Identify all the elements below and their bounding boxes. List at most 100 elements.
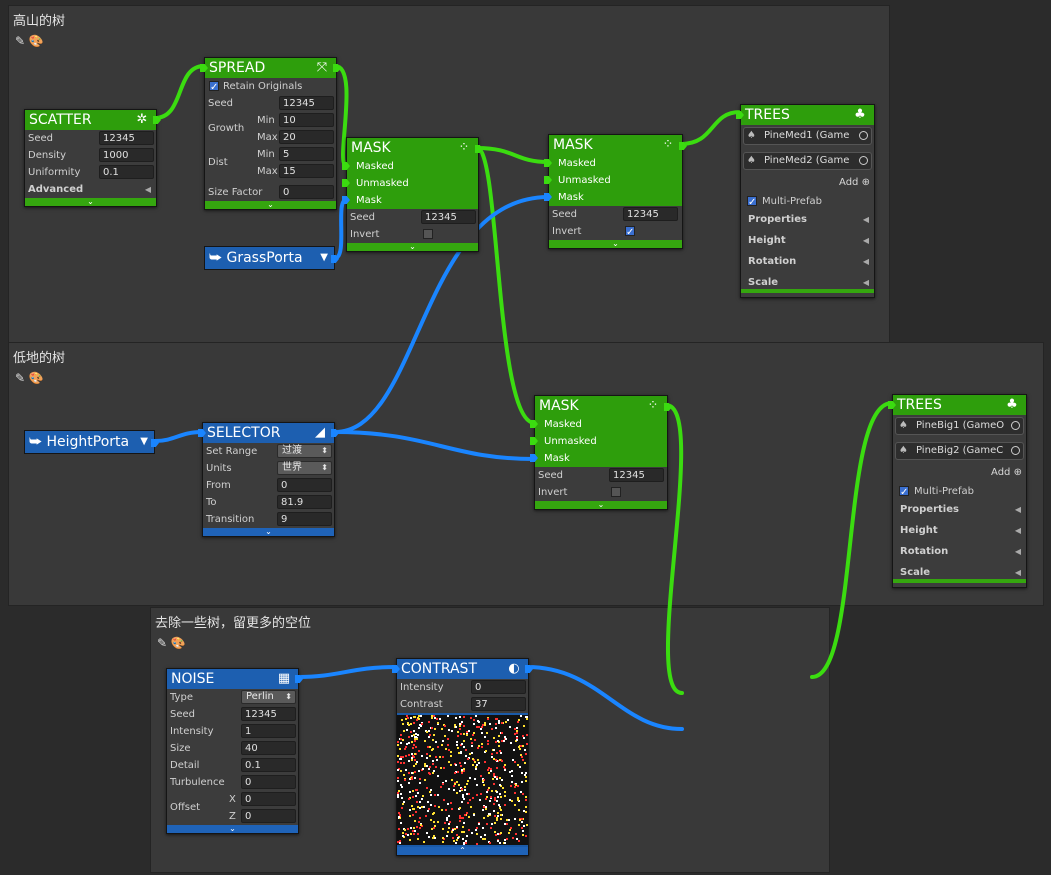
node-title[interactable]: SELECTOR ◢: [203, 423, 334, 443]
dropdown-arrow-icon[interactable]: ▼: [320, 247, 328, 269]
scatter-node[interactable]: SCATTER ✲ Seed 12345 Density 1000 Uniformit…: [24, 109, 161, 207]
intensity-field[interactable]: 0: [471, 680, 526, 694]
group-low-trees[interactable]: 低地的树 ✎ 🎨: [8, 342, 1044, 606]
invert-checkbox[interactable]: [611, 487, 621, 497]
contrast-field[interactable]: 37: [471, 697, 526, 711]
contrast-node[interactable]: CONTRAST ◐ Intensity 0 Contrast 37 ⌃: [392, 658, 533, 856]
growth-min-field[interactable]: 10: [279, 113, 334, 127]
section-scale[interactable]: Scale ◀: [745, 274, 874, 291]
masked-input-port[interactable]: [544, 159, 552, 167]
mask-input-port[interactable]: [342, 196, 350, 204]
expand-chevron-icon[interactable]: ⌄: [549, 240, 682, 248]
retain-originals-checkbox[interactable]: [209, 79, 219, 96]
node-title[interactable]: MASK ⁘: [549, 135, 682, 155]
expand-chevron-icon[interactable]: ⌄: [203, 528, 334, 536]
invert-checkbox[interactable]: [423, 229, 433, 239]
edit-icon[interactable]: ✎: [13, 371, 27, 385]
add-prefab-button[interactable]: Add ⊕: [991, 467, 1022, 478]
selector-node[interactable]: SELECTOR ◢ Set Range 过渡 ⬍ Units 世界 ⬍ From 0 To…: [198, 422, 339, 537]
prefab-slot[interactable]: ♠ PineMed1 (Game: [743, 127, 872, 145]
collapse-chevron-icon[interactable]: ⌃: [397, 847, 528, 855]
from-field[interactable]: 0: [277, 478, 332, 492]
size-field[interactable]: 40: [241, 741, 296, 755]
advanced-section[interactable]: Advanced ◀: [25, 181, 156, 198]
node-title[interactable]: NOISE ▦: [167, 669, 298, 689]
palette-icon[interactable]: 🎨: [171, 636, 186, 650]
edit-icon[interactable]: ✎: [13, 34, 27, 48]
multi-prefab-checkbox[interactable]: [899, 484, 909, 501]
expand-chevron-icon[interactable]: ⌄: [167, 825, 298, 833]
spread-node[interactable]: SPREAD⤧ Retain Originals Seed 12345 Min 10…: [200, 57, 341, 210]
section-rotation[interactable]: Rotation ◀: [745, 253, 874, 270]
node-title[interactable]: TREES ♣: [893, 395, 1026, 415]
prefab-slot[interactable]: ♠ PineBig2 (GameC: [895, 442, 1024, 460]
section-height[interactable]: Height ◀: [745, 232, 874, 249]
node-title[interactable]: CONTRAST ◐: [397, 659, 528, 679]
seed-field[interactable]: 12345: [609, 468, 664, 482]
dist-min-field[interactable]: 5: [279, 147, 334, 161]
section-scale[interactable]: Scale ◀: [897, 564, 1026, 581]
masked-input-port[interactable]: [530, 420, 538, 428]
section-properties[interactable]: Properties ◀: [897, 501, 1026, 518]
edit-icon[interactable]: ✎: [155, 636, 169, 650]
mask-node-3[interactable]: MASK ⁘ Masked Unmasked Mask Seed 12345 Inv…: [530, 395, 672, 510]
palette-icon[interactable]: 🎨: [29, 34, 44, 48]
mask-input-port[interactable]: [530, 454, 538, 462]
expand-chevron-icon[interactable]: ⌄: [25, 198, 156, 206]
multi-prefab-checkbox[interactable]: [747, 194, 757, 211]
grass-portal-node[interactable]: ⮩ GrassPorta ▼: [204, 246, 339, 270]
unmasked-input-port[interactable]: [544, 176, 552, 184]
type-dropdown[interactable]: Perlin ⬍: [241, 690, 296, 704]
expand-chevron-icon[interactable]: ⌄: [535, 501, 667, 509]
dist-max-field[interactable]: 15: [279, 164, 334, 178]
size-factor-field[interactable]: 0: [279, 185, 334, 199]
add-prefab-button[interactable]: Add ⊕: [839, 177, 870, 188]
node-title[interactable]: MASK ⁘: [347, 138, 478, 158]
transition-field[interactable]: 9: [277, 512, 332, 526]
height-portal-node[interactable]: ⮩ HeightPorta ▼: [24, 430, 159, 454]
detail-field[interactable]: 0.1: [241, 758, 296, 772]
units-dropdown[interactable]: 世界 ⬍: [277, 461, 332, 475]
growth-max-field[interactable]: 20: [279, 130, 334, 144]
node-title[interactable]: SCATTER ✲: [25, 110, 156, 130]
node-title[interactable]: TREES ♣: [741, 105, 874, 125]
seed-field[interactable]: 12345: [623, 207, 678, 221]
expand-chevron-icon[interactable]: ⌄: [347, 243, 478, 251]
object-picker-icon[interactable]: [1011, 421, 1020, 430]
seed-field[interactable]: 12345: [241, 707, 296, 721]
node-title[interactable]: SPREAD ⤧: [205, 58, 336, 78]
masked-input-port[interactable]: [342, 162, 350, 170]
section-properties[interactable]: Properties ◀: [745, 211, 874, 228]
seed-field[interactable]: 12345: [421, 210, 476, 224]
uniformity-field[interactable]: 0.1: [99, 165, 154, 179]
trees-node-1[interactable]: TREES ♣ ♠ PineMed1 (Game ♠ PineMed2 (Game A…: [736, 104, 875, 298]
mask-node-2[interactable]: MASK ⁘ Masked Unmasked Mask Seed 12345 Inv…: [544, 134, 687, 249]
trees-node-2[interactable]: TREES ♣ ♠ PineBig1 (GameO ♠ PineBig2 (GameC…: [888, 394, 1027, 588]
offset-x-field[interactable]: 0: [241, 792, 296, 806]
object-picker-icon[interactable]: [1011, 446, 1020, 455]
set-range-dropdown[interactable]: 过渡 ⬍: [277, 444, 332, 458]
intensity-field[interactable]: 1: [241, 724, 296, 738]
invert-checkbox[interactable]: [625, 224, 635, 241]
unmasked-input-port[interactable]: [530, 437, 538, 445]
section-height[interactable]: Height ◀: [897, 522, 1026, 539]
node-title[interactable]: MASK ⁘: [535, 396, 667, 416]
density-field[interactable]: 1000: [99, 148, 154, 162]
dropdown-arrow-icon[interactable]: ▼: [140, 431, 148, 453]
object-picker-icon[interactable]: [859, 131, 868, 140]
turbulence-field[interactable]: 0: [241, 775, 296, 789]
object-picker-icon[interactable]: [859, 156, 868, 165]
noise-node[interactable]: NOISE ▦ Type Perlin ⬍ Seed 12345 Intensity 1 …: [166, 668, 303, 834]
palette-icon[interactable]: 🎨: [29, 371, 44, 385]
offset-z-field[interactable]: 0: [241, 809, 296, 823]
prefab-slot[interactable]: ♠ PineMed2 (Game: [743, 152, 872, 170]
seed-field[interactable]: 12345: [99, 131, 154, 145]
mask-node-1[interactable]: MASK ⁘ Masked Unmasked Mask Seed 12345 Inv…: [342, 137, 483, 252]
expand-chevron-icon[interactable]: ⌄: [205, 201, 336, 209]
unmasked-input-port[interactable]: [342, 179, 350, 187]
mask-input-port[interactable]: [544, 193, 552, 201]
prefab-slot[interactable]: ♠ PineBig1 (GameO: [895, 417, 1024, 435]
to-field[interactable]: 81.9: [277, 495, 332, 509]
section-rotation[interactable]: Rotation ◀: [897, 543, 1026, 560]
seed-field[interactable]: 12345: [279, 96, 334, 110]
